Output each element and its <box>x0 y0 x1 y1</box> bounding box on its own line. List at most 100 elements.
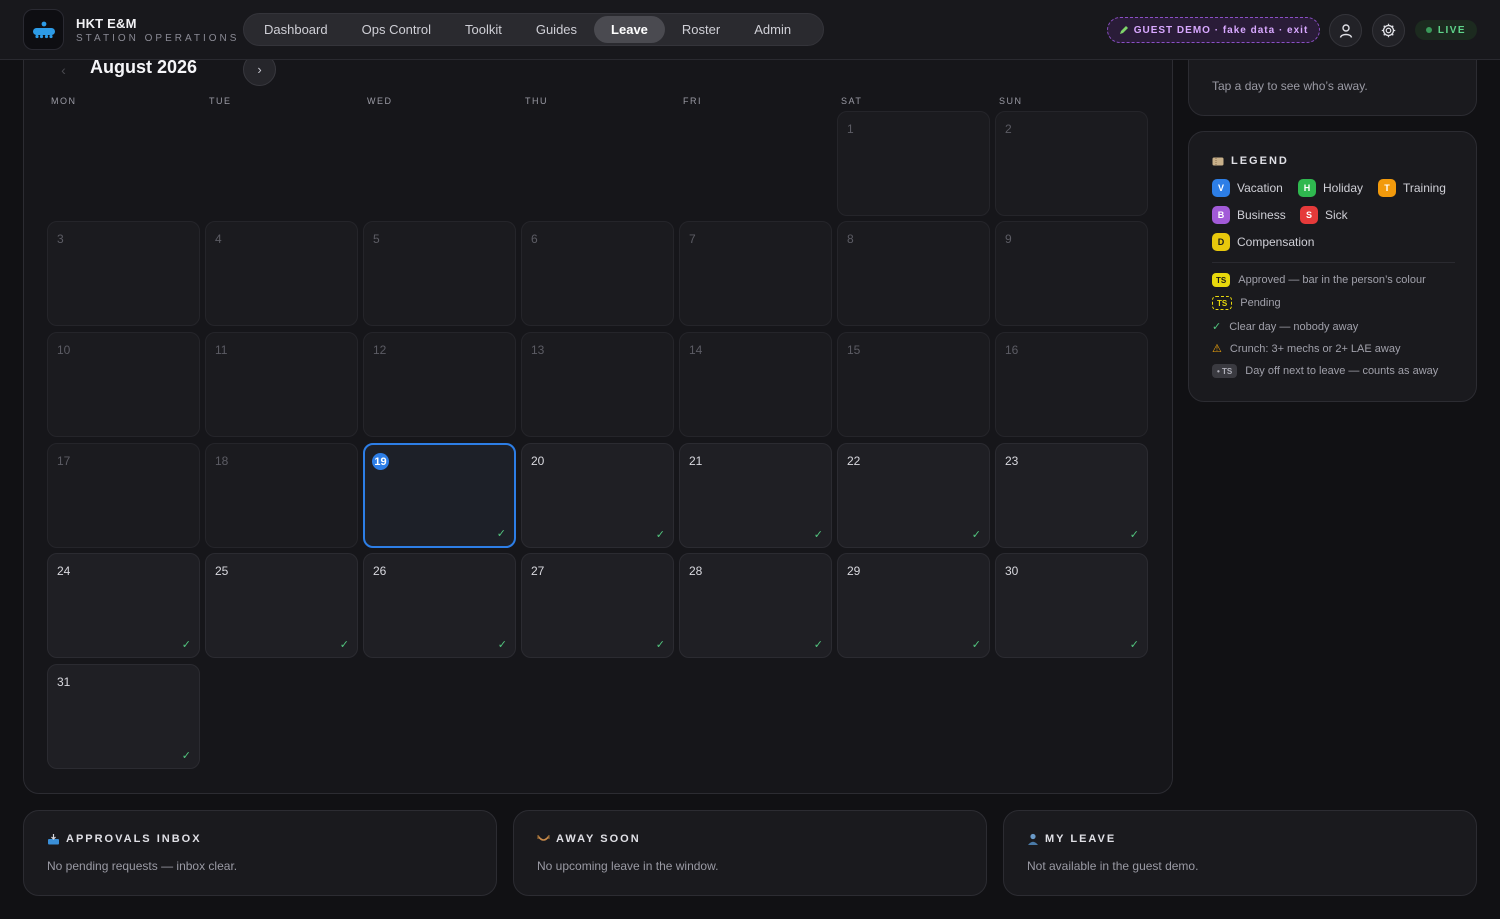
approved-badge: TS <box>1212 273 1231 287</box>
calendar-day[interactable]: 25 ✓ <box>205 553 358 658</box>
nav-roster[interactable]: Roster <box>665 16 737 43</box>
live-dot-icon <box>1425 27 1432 33</box>
my-leave-text: Not available in the guest demo. <box>1027 859 1199 873</box>
clear-day-check-icon: ✓ <box>813 639 823 651</box>
away-soon-title: AWAY SOON <box>556 833 641 845</box>
day-number: 21 <box>689 454 703 468</box>
calendar-day[interactable]: 23 ✓ <box>995 443 1148 548</box>
calendar-day[interactable]: 30 ✓ <box>995 553 1148 658</box>
calendar-day-today[interactable]: 19 ✓ <box>363 443 516 548</box>
calendar-day[interactable]: 24 ✓ <box>47 553 200 658</box>
day-number: 2 <box>1005 122 1012 136</box>
weekday-thu: THU <box>525 96 548 106</box>
calendar-month-title: August 2026 <box>90 57 198 77</box>
day-number: 10 <box>57 343 71 357</box>
clear-day-check-icon: ✓ <box>181 639 191 651</box>
calendar-day[interactable]: 1 <box>837 111 990 216</box>
day-number: 5 <box>373 232 380 246</box>
guest-demo-exit-button[interactable]: GUEST DEMO · fake data · exit <box>1107 17 1320 43</box>
calendar-day[interactable]: 3 <box>47 221 200 326</box>
calendar-day[interactable]: 31 ✓ <box>47 664 200 769</box>
day-number: 3 <box>57 232 64 246</box>
calendar-day[interactable]: 17 <box>47 443 200 548</box>
top-bar: HKT E&M STATION OPERATIONS Dashboard Ops… <box>0 0 1500 60</box>
nav-dashboard[interactable]: Dashboard <box>247 16 345 43</box>
profile-button[interactable] <box>1329 14 1362 47</box>
clear-day-check-icon: ✓ <box>181 750 191 762</box>
day-number: 15 <box>847 343 861 357</box>
calendar-day[interactable]: 21 ✓ <box>679 443 832 548</box>
calendar-day[interactable]: 10 <box>47 332 200 437</box>
calendar-day[interactable]: 12 <box>363 332 516 437</box>
calendar-day[interactable]: 27 ✓ <box>521 553 674 658</box>
legend-pending: TS Pending <box>1212 296 1281 310</box>
legend-approved-label: Approved — bar in the person’s colour <box>1238 274 1426 286</box>
settings-button[interactable] <box>1372 14 1405 47</box>
nav-leave[interactable]: Leave <box>594 16 665 43</box>
legend-day-off: • TS Day off next to leave — counts as a… <box>1212 364 1438 378</box>
calendar-day[interactable]: 11 <box>205 332 358 437</box>
legend-day-off-label: Day off next to leave — counts as away <box>1245 365 1439 377</box>
approvals-inbox-card: APPROVALS INBOX No pending requests — in… <box>23 810 497 896</box>
nav-ops-control[interactable]: Ops Control <box>345 16 448 43</box>
clear-day-check-icon: ✓ <box>813 529 823 541</box>
legend-vacation: V Vacation <box>1212 179 1283 197</box>
calendar-day[interactable]: 8 <box>837 221 990 326</box>
calendar-day[interactable]: 22 ✓ <box>837 443 990 548</box>
my-leave-heading: MY LEAVE <box>1027 833 1116 845</box>
legend-sick-code: S <box>1300 206 1318 224</box>
legend-compensation-label: Compensation <box>1237 235 1315 249</box>
calendar-day[interactable]: 7 <box>679 221 832 326</box>
calendar-day[interactable]: 14 <box>679 332 832 437</box>
calendar-day[interactable]: 9 <box>995 221 1148 326</box>
calendar-day[interactable]: 15 <box>837 332 990 437</box>
day-number: 14 <box>689 343 703 357</box>
away-soon-heading: AWAY SOON <box>537 833 641 845</box>
approvals-inbox-text: No pending requests — inbox clear. <box>47 859 238 873</box>
calendar-day[interactable]: 20 ✓ <box>521 443 674 548</box>
day-number: 16 <box>1005 343 1019 357</box>
calendar-day[interactable]: 2 <box>995 111 1148 216</box>
calendar-day[interactable]: 28 ✓ <box>679 553 832 658</box>
weekday-sat: SAT <box>841 96 863 106</box>
legend-business: B Business <box>1212 206 1286 224</box>
day-number: 13 <box>531 343 545 357</box>
calendar-day[interactable]: 4 <box>205 221 358 326</box>
legend-divider <box>1212 262 1455 263</box>
weekday-fri: FRI <box>683 96 702 106</box>
day-number: 28 <box>689 564 703 578</box>
calendar-day[interactable]: 6 <box>521 221 674 326</box>
main-nav: Dashboard Ops Control Toolkit Guides Lea… <box>243 13 824 46</box>
calendar-day[interactable]: 16 <box>995 332 1148 437</box>
nav-admin[interactable]: Admin <box>737 16 808 43</box>
away-soon-text: No upcoming leave in the window. <box>537 859 719 873</box>
warning-icon: ⚠ <box>1212 343 1222 355</box>
legend-crunch-label: Crunch: 3+ mechs or 2+ LAE away <box>1229 342 1401 355</box>
calendar-day[interactable]: 29 ✓ <box>837 553 990 658</box>
nav-toolkit[interactable]: Toolkit <box>448 16 519 43</box>
legend-compensation: D Compensation <box>1212 233 1314 251</box>
day-number: 7 <box>689 232 696 246</box>
calendar-day[interactable]: 5 <box>363 221 516 326</box>
logo[interactable] <box>23 9 64 50</box>
day-number: 1 <box>847 122 854 136</box>
legend-pending-label: Pending <box>1240 297 1281 309</box>
legend-holiday: H Holiday <box>1298 179 1363 197</box>
clear-day-check-icon: ✓ <box>655 529 665 541</box>
calendar-day[interactable]: 13 <box>521 332 674 437</box>
my-leave-title: MY LEAVE <box>1045 833 1117 845</box>
day-number: 17 <box>57 454 71 468</box>
day-number: 29 <box>847 564 861 578</box>
brand-title: HKT E&M <box>76 16 137 31</box>
nav-guides[interactable]: Guides <box>519 16 594 43</box>
legend-sick: S Sick <box>1300 206 1348 224</box>
legend-sick-label: Sick <box>1325 208 1348 222</box>
pencil-icon <box>1119 26 1128 34</box>
day-detail-hint: Tap a day to see who’s away. <box>1212 79 1368 93</box>
legend-panel: LEGEND V Vacation H Holiday T Training B… <box>1188 131 1477 402</box>
brand-subtitle: STATION OPERATIONS <box>76 33 240 44</box>
train-logo-icon <box>32 21 55 38</box>
calendar-day[interactable]: 18 <box>205 443 358 548</box>
day-number: 4 <box>215 232 222 246</box>
calendar-day[interactable]: 26 ✓ <box>363 553 516 658</box>
